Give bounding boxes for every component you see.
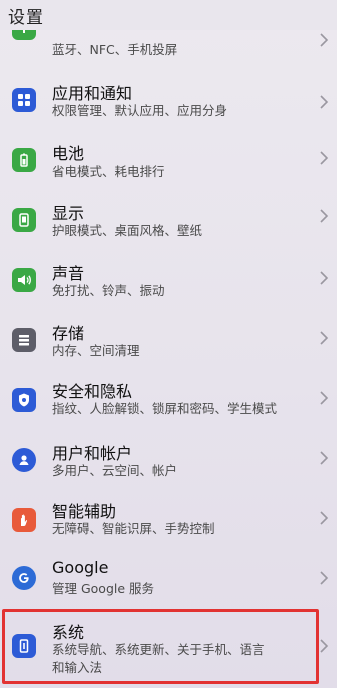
chevron-right-icon bbox=[320, 451, 329, 465]
google-g-icon bbox=[12, 566, 36, 590]
settings-item-label: 电池 bbox=[52, 144, 85, 163]
settings-item-system[interactable]: 系统 系统导航、系统更新、关于手机、语言 和输入法 bbox=[0, 612, 337, 684]
settings-item-sub: 管理 Google 服务 bbox=[52, 581, 155, 596]
settings-item-sub: 无障碍、智能识屏、手势控制 bbox=[52, 521, 215, 536]
battery-icon bbox=[12, 148, 36, 172]
settings-item-security[interactable]: 安全和隐私 指纹、人脸解锁、锁屏和密码、学生模式 bbox=[0, 378, 337, 434]
shield-icon bbox=[12, 388, 36, 412]
settings-item-sub: 权限管理、默认应用、应用分身 bbox=[52, 103, 228, 118]
chevron-right-icon bbox=[320, 331, 329, 345]
settings-item-sub: 指纹、人脸解锁、锁屏和密码、学生模式 bbox=[52, 401, 278, 416]
settings-item-sound[interactable]: 声音 免打扰、铃声、振动 bbox=[0, 258, 337, 314]
settings-item-sub: 多用户、云空间、帐户 bbox=[52, 463, 178, 478]
settings-item-sub: 省电模式、耗电排行 bbox=[52, 164, 165, 179]
settings-item-battery[interactable]: 电池 省电模式、耗电排行 bbox=[0, 138, 337, 194]
chevron-right-icon bbox=[320, 571, 329, 585]
chevron-right-icon bbox=[320, 33, 329, 47]
settings-item-sub: 内存、空间清理 bbox=[52, 343, 140, 358]
chevron-right-icon bbox=[320, 391, 329, 405]
settings-item-display[interactable]: 显示 护眼模式、桌面风格、壁纸 bbox=[0, 198, 337, 254]
header-bar: 设置 bbox=[0, 0, 337, 30]
storage-icon bbox=[12, 328, 36, 352]
phone-info-icon bbox=[12, 634, 36, 658]
settings-item-sub: 系统导航、系统更新、关于手机、语言 bbox=[52, 642, 265, 657]
settings-item-sub: 免打扰、铃声、振动 bbox=[52, 283, 165, 298]
settings-item-sub: 蓝牙、NFC、手机投屏 bbox=[52, 42, 178, 57]
settings-item-sub: 护眼模式、桌面风格、壁纸 bbox=[52, 223, 203, 238]
settings-item-label: Google bbox=[52, 558, 109, 577]
chevron-right-icon bbox=[320, 511, 329, 525]
chevron-right-icon bbox=[320, 271, 329, 285]
chevron-right-icon bbox=[320, 95, 329, 109]
speaker-icon bbox=[12, 268, 36, 292]
settings-item-apps[interactable]: 应用和通知 权限管理、默认应用、应用分身 bbox=[0, 78, 337, 134]
page-title: 设置 bbox=[8, 8, 44, 28]
chevron-right-icon bbox=[320, 639, 329, 653]
user-icon bbox=[12, 448, 36, 472]
chevron-right-icon bbox=[320, 151, 329, 165]
phone-display-icon bbox=[12, 208, 36, 232]
apps-grid-icon bbox=[12, 88, 36, 112]
settings-item-google[interactable]: Google 管理 Google 服务 bbox=[0, 558, 337, 608]
settings-item-storage[interactable]: 存储 内存、空间清理 bbox=[0, 318, 337, 374]
settings-item-sub-line2: 和输入法 bbox=[52, 660, 103, 675]
hand-icon bbox=[12, 508, 36, 532]
chevron-right-icon bbox=[320, 209, 329, 223]
settings-item-assist[interactable]: 智能辅助 无障碍、智能识屏、手势控制 bbox=[0, 498, 337, 554]
settings-item-accounts[interactable]: 用户和帐户 多用户、云空间、帐户 bbox=[0, 438, 337, 494]
